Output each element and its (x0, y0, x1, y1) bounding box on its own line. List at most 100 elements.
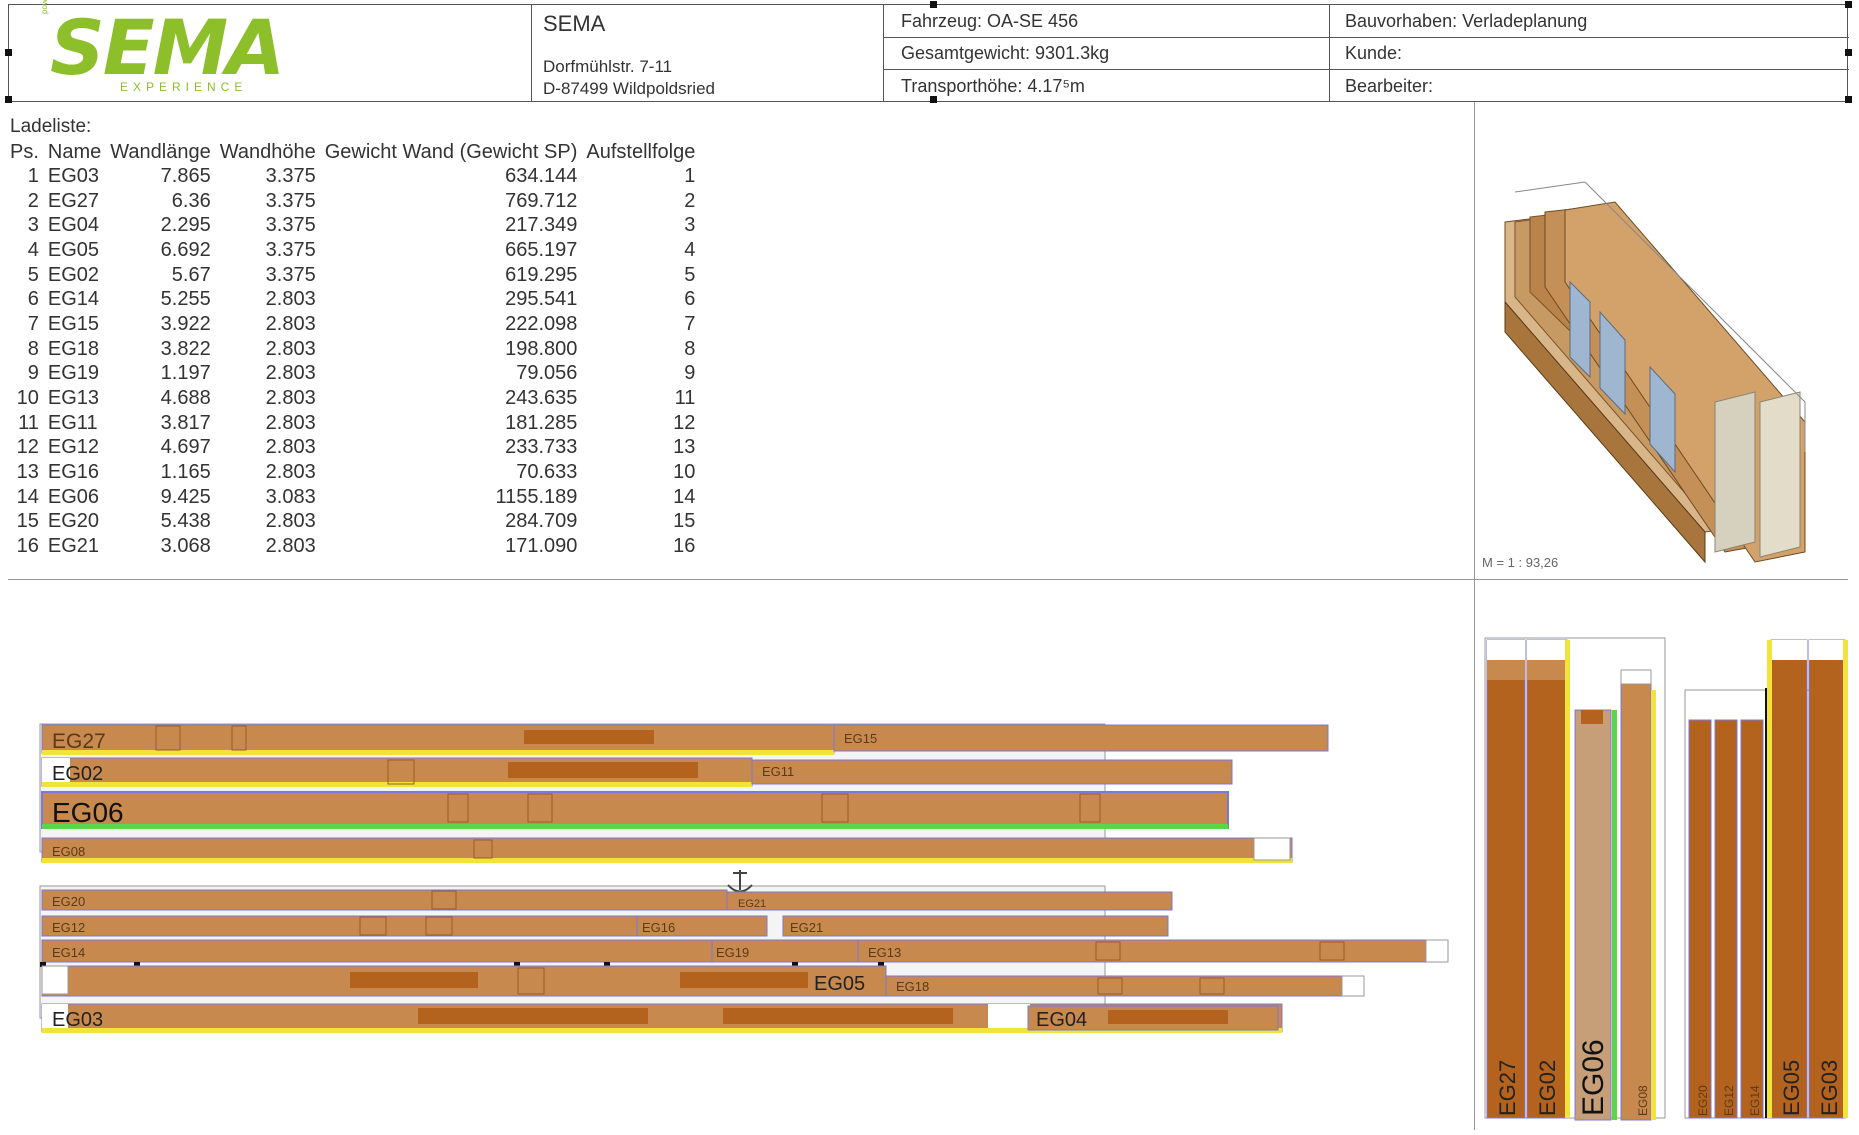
row-position: 14 (16, 485, 39, 508)
table-row[interactable]: 14 EG06 9.425 3.083 1155.189 14 (8, 485, 702, 510)
row-sequence: 1 (684, 164, 696, 187)
side-wall (1808, 639, 1846, 1119)
side-wall-label: EG12 (1722, 1085, 1736, 1116)
table-row[interactable]: 5 EG02 5.67 3.375 619.295 5 (8, 263, 702, 288)
column-header: Name (47, 140, 102, 163)
row-position: 7 (27, 312, 39, 335)
column-header: Wandlänge (110, 140, 211, 163)
table-row[interactable]: 3 EG04 2.295 3.375 217.349 3 (8, 213, 702, 238)
table-row[interactable]: 15 EG20 5.438 2.803 284.709 15 (8, 510, 702, 535)
row-name: EG15 (47, 312, 100, 335)
customer-field: Kunde: (1345, 43, 1403, 63)
row-name: EG02 (47, 263, 100, 286)
vehicle-field: Fahrzeug: OA-SE 456 (901, 11, 1079, 31)
wall-label: EG27 (52, 730, 106, 753)
row-weight: 198.800 (505, 337, 578, 360)
row-wall-length: 4.688 (160, 387, 211, 410)
wall-opening (524, 730, 654, 744)
table-row[interactable]: 16 EG21 3.068 2.803 171.090 16 (8, 534, 702, 559)
row-position: 12 (16, 436, 39, 459)
table-row[interactable]: 6 EG14 5.255 2.803 295.541 6 (8, 287, 702, 312)
wall-opening (680, 972, 808, 988)
row-wall-height: 3.375 (265, 164, 316, 187)
row-wall-length: 3.817 (160, 411, 211, 434)
wall-label: EG05 (814, 973, 865, 995)
table-row[interactable]: 9 EG19 1.197 2.803 79.056 9 (8, 362, 702, 387)
load-plan-view[interactable]: EG27 EG15 EG02 EG11 EG06 EG08 EG20 EG21 … (8, 580, 1475, 1130)
row-wall-height: 3.083 (265, 485, 316, 508)
table-row[interactable]: 12 EG12 4.697 2.803 233.733 13 (8, 436, 702, 461)
table-row[interactable]: 7 EG15 3.922 2.803 222.098 7 (8, 312, 702, 337)
scale-label: M = 1 : 93,26 (1482, 555, 1559, 570)
wall-gap (1425, 939, 1449, 963)
table-row[interactable]: 2 EG27 6.36 3.375 769.712 2 (8, 189, 702, 214)
wall-eg27 (41, 724, 835, 754)
wall-label: EG02 (52, 763, 103, 785)
resize-handle[interactable] (930, 1, 937, 8)
wall-opening (723, 1008, 953, 1024)
wall-label: EG21 (790, 920, 823, 935)
row-name: EG11 (47, 411, 98, 434)
column-header: Gewicht Wand (Gewicht SP) (324, 140, 578, 163)
resize-handle[interactable] (1845, 49, 1852, 56)
side-view-panel[interactable]: EG27 EG02 EG06 EG08 EG20 EG12 EG14 EG05 … (1475, 580, 1848, 1130)
wall-label: EG03 (52, 1009, 103, 1031)
table-row[interactable]: 11 EG11 3.817 2.803 181.285 12 (8, 411, 702, 436)
row-name: EG16 (47, 461, 100, 484)
row-wall-height: 2.803 (265, 387, 316, 410)
table-row[interactable]: 8 EG18 3.822 2.803 198.800 8 (8, 337, 702, 362)
side-view-drawing: EG27 EG02 EG06 EG08 EG20 EG12 EG14 EG05 … (1484, 637, 1848, 1121)
row-sequence: 10 (673, 461, 696, 484)
table-row[interactable]: 1 EG03 7.865 3.375 634.144 1 (8, 164, 702, 189)
side-wall-label: EG03 (1817, 1060, 1842, 1116)
side-wall-top (1581, 710, 1603, 724)
row-position: 3 (27, 214, 39, 237)
row-position: 9 (27, 362, 39, 385)
row-wall-height: 3.375 (265, 189, 316, 212)
powered-by-text: powered by (40, 0, 49, 14)
3d-preview-panel[interactable] (1475, 102, 1848, 580)
row-wall-length: 3.068 (160, 535, 211, 558)
row-name: EG19 (47, 362, 100, 385)
row-wall-height: 2.803 (265, 510, 316, 533)
wall-edge (1651, 690, 1656, 1120)
row-wall-length: 9.425 (160, 485, 211, 508)
row-sequence: 4 (684, 238, 696, 261)
side-wall (1620, 669, 1652, 1121)
side-wall (1526, 639, 1568, 1119)
wall-label: EG06 (52, 797, 124, 828)
wall-label: EG04 (1036, 1009, 1087, 1031)
table-row[interactable]: 10 EG13 4.688 2.803 243.635 11 (8, 386, 702, 411)
table-row[interactable]: 4 EG05 6.692 3.375 665.197 4 (8, 238, 702, 263)
row-sequence: 11 (674, 387, 696, 410)
wall-eg06 (41, 791, 1229, 829)
wall-label: EG20 (52, 894, 85, 909)
side-wall (1714, 719, 1738, 1119)
company-name: SEMA (543, 11, 606, 36)
wall-eg14 (41, 939, 713, 963)
wall-edge (42, 858, 1292, 863)
row-weight: 79.056 (516, 362, 578, 385)
resize-handle[interactable] (1845, 1, 1852, 8)
row-sequence: 12 (673, 411, 696, 434)
table-header-row: Ps. Name Wandlänge Wandhöhe Gewicht Wand… (8, 140, 702, 164)
side-wall (1688, 719, 1712, 1119)
row-wall-length: 1.197 (160, 362, 211, 385)
wall-eg20 (41, 889, 728, 911)
row-sequence: 14 (673, 485, 696, 508)
row-sequence: 16 (673, 535, 696, 558)
wall-label: EG19 (716, 945, 749, 960)
wall-opening (350, 972, 478, 988)
header-divider (531, 5, 532, 101)
row-name: EG04 (47, 214, 100, 237)
3d-wall-stack-image (1504, 181, 1806, 564)
sema-logo: SEMA (50, 3, 285, 92)
column-header: Aufstellfolge (586, 140, 696, 163)
row-name: EG13 (47, 387, 100, 410)
row-wall-length: 3.822 (160, 337, 211, 360)
side-wall-label: EG20 (1696, 1085, 1710, 1116)
table-row[interactable]: 13 EG16 1.165 2.803 70.633 10 (8, 460, 702, 485)
row-wall-height: 2.803 (265, 312, 316, 335)
row-position: 8 (27, 337, 39, 360)
resize-handle[interactable] (5, 49, 12, 56)
